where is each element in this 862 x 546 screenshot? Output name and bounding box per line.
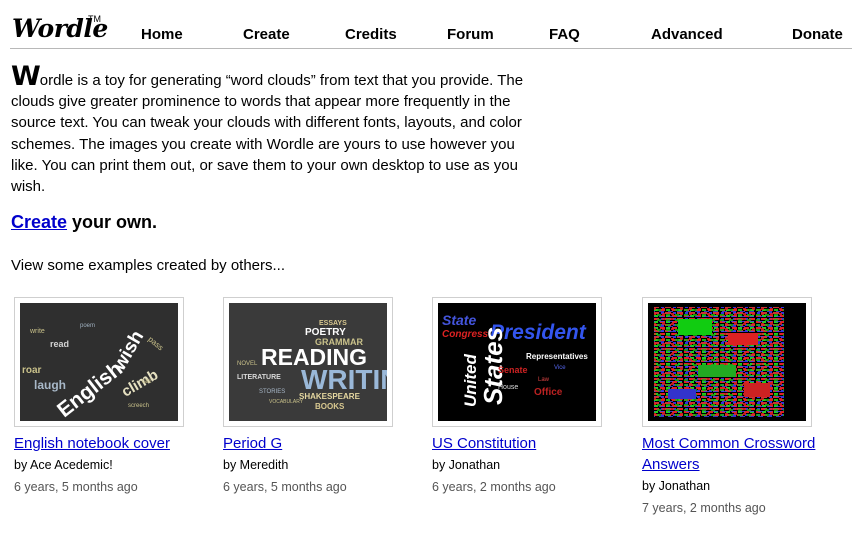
thumbnail-period-g[interactable]: ESSAYS POETRY GRAMMAR READING WRITING NO… [229,303,387,421]
site-header: Wordle TM Home Create Credits Forum FAQ … [0,0,862,52]
card-age: 6 years, 5 months ago [14,480,138,494]
card-title-link[interactable]: Period G [223,433,423,454]
card-author: by Ace Acedemic! [14,458,113,472]
svg-text:Office: Office [534,387,563,398]
thumbnail-frame[interactable]: write read roar laugh English wish climb… [14,297,184,427]
svg-text:screech: screech [128,403,149,409]
svg-text:State: State [442,312,476,328]
thumbnail-frame[interactable]: State Congress President States United R… [432,297,602,427]
nav-home[interactable]: Home [141,26,183,43]
svg-text:United: United [461,354,480,408]
thumbnail-us-constitution[interactable]: State Congress President States United R… [438,303,596,421]
intro-text: ordle is a toy for generating “word clou… [11,72,524,196]
main-nav: Home Create Credits Forum FAQ Advanced D… [0,26,862,46]
card-title-link[interactable]: US Constitution [432,433,632,454]
svg-text:BOOKS: BOOKS [315,402,345,411]
svg-text:Senate: Senate [498,365,528,375]
svg-text:ESSAYS: ESSAYS [319,320,347,327]
svg-text:poem: poem [80,323,95,329]
nav-credits[interactable]: Credits [345,26,397,43]
nav-advanced[interactable]: Advanced [651,26,723,43]
card-title-link[interactable]: English notebook cover [14,433,214,454]
card-age: 6 years, 2 months ago [432,480,556,494]
svg-text:LITERATURE: LITERATURE [237,374,281,381]
svg-text:Law: Law [538,377,550,383]
card-age: 6 years, 5 months ago [223,480,347,494]
nav-donate[interactable]: Donate [792,26,843,43]
thumbnail-crossword-answers[interactable] [648,303,806,421]
card-author: by Jonathan [642,479,711,493]
svg-text:STORIES: STORIES [259,389,285,395]
thumbnail-frame[interactable] [642,297,812,427]
create-cta: Create your own. [11,212,157,233]
svg-text:SHAKESPEARE: SHAKESPEARE [299,392,361,401]
create-cta-rest: your own. [67,212,158,232]
nav-create[interactable]: Create [243,26,290,43]
card-age: 7 years, 2 months ago [642,501,766,515]
svg-text:NOVEL: NOVEL [237,361,258,367]
svg-text:read: read [50,339,69,349]
card-title-link[interactable]: Most Common Crossword Answers [642,433,842,475]
header-divider [10,48,852,49]
nav-forum[interactable]: Forum [447,26,494,43]
intro-dropcap: W [11,61,41,92]
trademark-mark: TM [88,14,101,24]
card-author: by Jonathan [432,458,501,472]
svg-text:talk: talk [142,379,152,385]
svg-text:Representatives: Representatives [526,352,588,361]
card-author: by Meredith [223,458,289,472]
nav-faq[interactable]: FAQ [549,26,580,43]
svg-text:House: House [498,384,518,391]
svg-text:Vice: Vice [554,365,566,371]
examples-label: View some examples created by others... [11,257,286,274]
intro-paragraph: Wordle is a toy for generating “word clo… [11,63,541,197]
thumbnail-english-notebook[interactable]: write read roar laugh English wish climb… [20,303,178,421]
svg-text:VOCABULARY: VOCABULARY [269,399,304,405]
svg-text:WRITING: WRITING [301,364,387,395]
thumbnail-frame[interactable]: ESSAYS POETRY GRAMMAR READING WRITING NO… [223,297,393,427]
create-link[interactable]: Create [11,212,67,232]
svg-text:write: write [29,328,45,335]
svg-text:roar: roar [22,365,42,376]
svg-text:laugh: laugh [34,378,66,392]
